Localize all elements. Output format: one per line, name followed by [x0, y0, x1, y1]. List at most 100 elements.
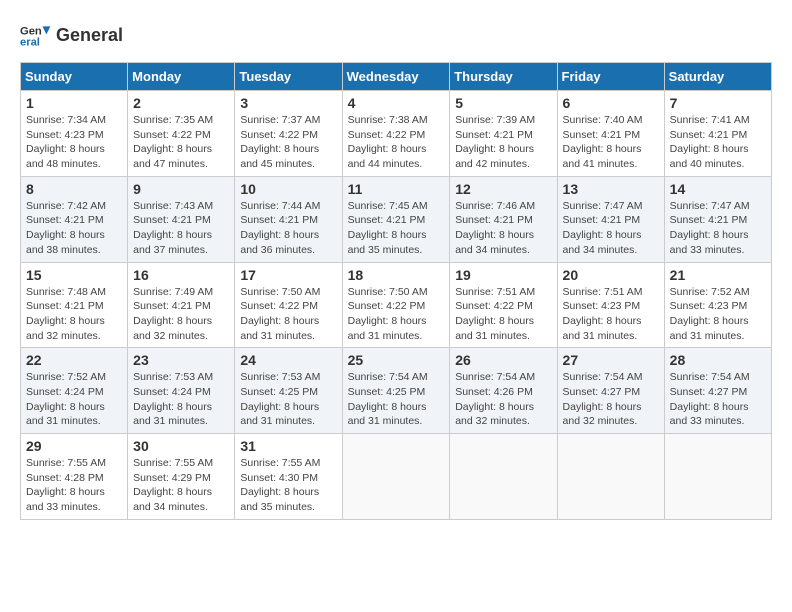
day-detail: Sunrise: 7:35 AMSunset: 4:22 PMDaylight:…	[133, 114, 213, 170]
calendar-cell: 27 Sunrise: 7:54 AMSunset: 4:27 PMDaylig…	[557, 348, 664, 434]
calendar-cell: 30 Sunrise: 7:55 AMSunset: 4:29 PMDaylig…	[128, 434, 235, 520]
calendar-cell: 26 Sunrise: 7:54 AMSunset: 4:26 PMDaylig…	[450, 348, 557, 434]
calendar-week-row: 1 Sunrise: 7:34 AMSunset: 4:23 PMDayligh…	[21, 91, 772, 177]
logo: Gen eral General	[20, 20, 123, 52]
calendar-week-row: 8 Sunrise: 7:42 AMSunset: 4:21 PMDayligh…	[21, 176, 772, 262]
day-number: 23	[133, 352, 229, 368]
day-detail: Sunrise: 7:55 AMSunset: 4:29 PMDaylight:…	[133, 457, 213, 513]
day-number: 1	[26, 95, 122, 111]
calendar-header-row: SundayMondayTuesdayWednesdayThursdayFrid…	[21, 63, 772, 91]
calendar-cell: 6 Sunrise: 7:40 AMSunset: 4:21 PMDayligh…	[557, 91, 664, 177]
day-detail: Sunrise: 7:54 AMSunset: 4:25 PMDaylight:…	[348, 371, 428, 427]
day-number: 15	[26, 267, 122, 283]
calendar-cell: 10 Sunrise: 7:44 AMSunset: 4:21 PMDaylig…	[235, 176, 342, 262]
calendar-week-row: 15 Sunrise: 7:48 AMSunset: 4:21 PMDaylig…	[21, 262, 772, 348]
calendar-cell	[664, 434, 771, 520]
calendar-cell: 17 Sunrise: 7:50 AMSunset: 4:22 PMDaylig…	[235, 262, 342, 348]
day-detail: Sunrise: 7:55 AMSunset: 4:28 PMDaylight:…	[26, 457, 106, 513]
calendar-cell: 2 Sunrise: 7:35 AMSunset: 4:22 PMDayligh…	[128, 91, 235, 177]
calendar-cell	[450, 434, 557, 520]
calendar-cell: 25 Sunrise: 7:54 AMSunset: 4:25 PMDaylig…	[342, 348, 450, 434]
calendar-cell: 4 Sunrise: 7:38 AMSunset: 4:22 PMDayligh…	[342, 91, 450, 177]
calendar-cell: 7 Sunrise: 7:41 AMSunset: 4:21 PMDayligh…	[664, 91, 771, 177]
day-detail: Sunrise: 7:39 AMSunset: 4:21 PMDaylight:…	[455, 114, 535, 170]
weekday-header-monday: Monday	[128, 63, 235, 91]
day-number: 14	[670, 181, 766, 197]
day-detail: Sunrise: 7:54 AMSunset: 4:27 PMDaylight:…	[670, 371, 750, 427]
day-detail: Sunrise: 7:52 AMSunset: 4:24 PMDaylight:…	[26, 371, 106, 427]
weekday-header-wednesday: Wednesday	[342, 63, 450, 91]
day-detail: Sunrise: 7:37 AMSunset: 4:22 PMDaylight:…	[240, 114, 320, 170]
day-detail: Sunrise: 7:53 AMSunset: 4:25 PMDaylight:…	[240, 371, 320, 427]
svg-text:eral: eral	[20, 37, 40, 49]
calendar-cell: 3 Sunrise: 7:37 AMSunset: 4:22 PMDayligh…	[235, 91, 342, 177]
day-detail: Sunrise: 7:54 AMSunset: 4:26 PMDaylight:…	[455, 371, 535, 427]
day-number: 18	[348, 267, 445, 283]
day-number: 22	[26, 352, 122, 368]
day-number: 11	[348, 181, 445, 197]
day-detail: Sunrise: 7:53 AMSunset: 4:24 PMDaylight:…	[133, 371, 213, 427]
weekday-header-friday: Friday	[557, 63, 664, 91]
day-detail: Sunrise: 7:49 AMSunset: 4:21 PMDaylight:…	[133, 286, 213, 342]
day-number: 12	[455, 181, 551, 197]
calendar-cell: 8 Sunrise: 7:42 AMSunset: 4:21 PMDayligh…	[21, 176, 128, 262]
calendar-cell: 16 Sunrise: 7:49 AMSunset: 4:21 PMDaylig…	[128, 262, 235, 348]
weekday-header-thursday: Thursday	[450, 63, 557, 91]
day-number: 30	[133, 438, 229, 454]
calendar-cell: 28 Sunrise: 7:54 AMSunset: 4:27 PMDaylig…	[664, 348, 771, 434]
day-detail: Sunrise: 7:47 AMSunset: 4:21 PMDaylight:…	[670, 200, 750, 256]
calendar-cell: 29 Sunrise: 7:55 AMSunset: 4:28 PMDaylig…	[21, 434, 128, 520]
calendar-cell: 13 Sunrise: 7:47 AMSunset: 4:21 PMDaylig…	[557, 176, 664, 262]
day-number: 29	[26, 438, 122, 454]
weekday-header-saturday: Saturday	[664, 63, 771, 91]
day-number: 6	[563, 95, 659, 111]
day-detail: Sunrise: 7:34 AMSunset: 4:23 PMDaylight:…	[26, 114, 106, 170]
calendar-cell: 19 Sunrise: 7:51 AMSunset: 4:22 PMDaylig…	[450, 262, 557, 348]
day-number: 7	[670, 95, 766, 111]
day-detail: Sunrise: 7:43 AMSunset: 4:21 PMDaylight:…	[133, 200, 213, 256]
day-number: 10	[240, 181, 336, 197]
day-detail: Sunrise: 7:51 AMSunset: 4:23 PMDaylight:…	[563, 286, 643, 342]
day-detail: Sunrise: 7:45 AMSunset: 4:21 PMDaylight:…	[348, 200, 428, 256]
day-number: 27	[563, 352, 659, 368]
day-number: 25	[348, 352, 445, 368]
logo-icon: Gen eral	[20, 20, 52, 52]
day-detail: Sunrise: 7:46 AMSunset: 4:21 PMDaylight:…	[455, 200, 535, 256]
day-number: 20	[563, 267, 659, 283]
day-detail: Sunrise: 7:54 AMSunset: 4:27 PMDaylight:…	[563, 371, 643, 427]
calendar-cell: 24 Sunrise: 7:53 AMSunset: 4:25 PMDaylig…	[235, 348, 342, 434]
calendar-cell: 23 Sunrise: 7:53 AMSunset: 4:24 PMDaylig…	[128, 348, 235, 434]
day-number: 31	[240, 438, 336, 454]
day-number: 2	[133, 95, 229, 111]
day-detail: Sunrise: 7:41 AMSunset: 4:21 PMDaylight:…	[670, 114, 750, 170]
day-number: 21	[670, 267, 766, 283]
page-header: Gen eral General	[20, 20, 772, 52]
day-number: 5	[455, 95, 551, 111]
calendar-cell: 22 Sunrise: 7:52 AMSunset: 4:24 PMDaylig…	[21, 348, 128, 434]
day-number: 26	[455, 352, 551, 368]
calendar-cell: 14 Sunrise: 7:47 AMSunset: 4:21 PMDaylig…	[664, 176, 771, 262]
calendar-cell	[342, 434, 450, 520]
weekday-header-sunday: Sunday	[21, 63, 128, 91]
svg-text:Gen: Gen	[20, 25, 42, 37]
day-detail: Sunrise: 7:42 AMSunset: 4:21 PMDaylight:…	[26, 200, 106, 256]
weekday-header-tuesday: Tuesday	[235, 63, 342, 91]
calendar-week-row: 22 Sunrise: 7:52 AMSunset: 4:24 PMDaylig…	[21, 348, 772, 434]
calendar-cell: 12 Sunrise: 7:46 AMSunset: 4:21 PMDaylig…	[450, 176, 557, 262]
day-detail: Sunrise: 7:51 AMSunset: 4:22 PMDaylight:…	[455, 286, 535, 342]
calendar-cell: 21 Sunrise: 7:52 AMSunset: 4:23 PMDaylig…	[664, 262, 771, 348]
calendar-cell: 20 Sunrise: 7:51 AMSunset: 4:23 PMDaylig…	[557, 262, 664, 348]
day-number: 17	[240, 267, 336, 283]
day-number: 19	[455, 267, 551, 283]
calendar-table: SundayMondayTuesdayWednesdayThursdayFrid…	[20, 62, 772, 520]
day-number: 28	[670, 352, 766, 368]
calendar-cell: 31 Sunrise: 7:55 AMSunset: 4:30 PMDaylig…	[235, 434, 342, 520]
day-number: 13	[563, 181, 659, 197]
calendar-week-row: 29 Sunrise: 7:55 AMSunset: 4:28 PMDaylig…	[21, 434, 772, 520]
day-detail: Sunrise: 7:38 AMSunset: 4:22 PMDaylight:…	[348, 114, 428, 170]
day-number: 3	[240, 95, 336, 111]
day-detail: Sunrise: 7:50 AMSunset: 4:22 PMDaylight:…	[240, 286, 320, 342]
calendar-cell: 15 Sunrise: 7:48 AMSunset: 4:21 PMDaylig…	[21, 262, 128, 348]
day-detail: Sunrise: 7:44 AMSunset: 4:21 PMDaylight:…	[240, 200, 320, 256]
logo-text: General	[56, 26, 123, 46]
